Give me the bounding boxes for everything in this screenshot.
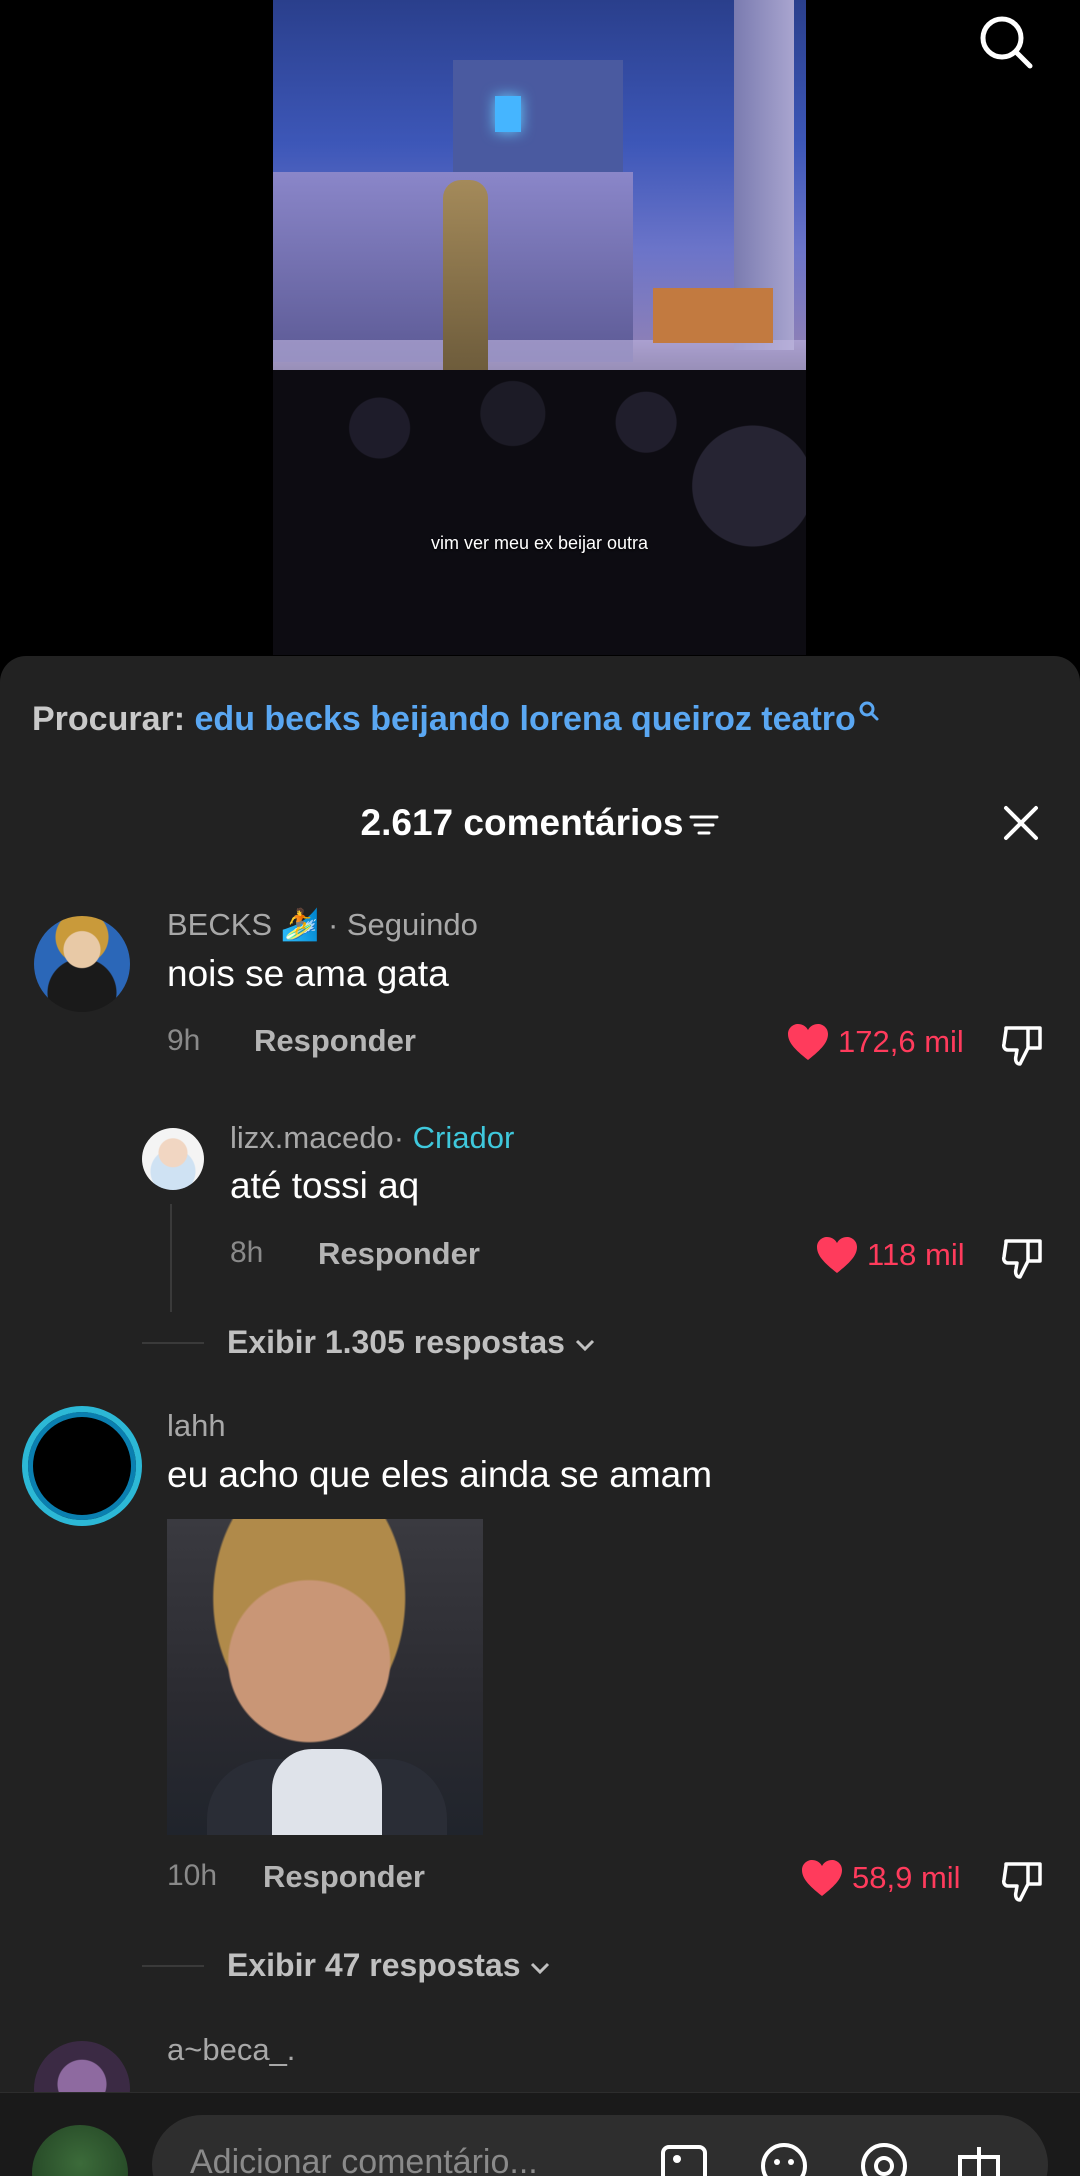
like-count: 172,6 mil	[838, 1024, 964, 1059]
comment-text: nois se ama gata	[167, 953, 449, 994]
comment-username[interactable]: a~beca_.	[167, 2032, 295, 2068]
my-avatar	[32, 2125, 128, 2176]
comment-time: 8h	[230, 1236, 264, 1269]
avatar[interactable]	[22, 1406, 142, 1526]
comment-text: eu acho que eles ainda se amam	[167, 1454, 713, 1495]
comments-sheet: Procurar: edu becks beijando lorena quei…	[0, 656, 1080, 2176]
comment-username[interactable]: BECKS 🏄 · Seguindo	[167, 906, 478, 943]
comment-gif[interactable]	[167, 1519, 483, 1835]
dislike-icon[interactable]	[1000, 1858, 1046, 1904]
like-button[interactable]: 118 mil	[815, 1235, 965, 1275]
search-prefix: Procurar:	[32, 700, 186, 738]
comment-input-bar: Adicionar comentário...	[0, 2092, 1080, 2176]
chevron-down-icon	[575, 1339, 594, 1352]
divider	[142, 1965, 204, 1967]
comments-count: 2.617 comentários	[0, 802, 1080, 844]
image-icon[interactable]	[657, 2139, 711, 2176]
search-query-link[interactable]: edu becks beijando lorena queiroz teatro	[195, 700, 856, 738]
related-search[interactable]: Procurar: edu becks beijando lorena quei…	[32, 700, 880, 739]
heart-icon	[788, 1024, 828, 1060]
like-count: 58,9 mil	[852, 1860, 961, 1895]
comment-input[interactable]: Adicionar comentário...	[152, 2115, 1048, 2176]
dislike-icon[interactable]	[1000, 1235, 1046, 1281]
reply-button[interactable]: Responder	[318, 1236, 480, 1272]
creator-badge: Criador	[412, 1120, 515, 1155]
view-replies-button[interactable]: Exibir 47 respostas	[227, 1947, 551, 1984]
comment-input-placeholder: Adicionar comentário...	[190, 2143, 538, 2176]
mention-icon[interactable]	[857, 2139, 911, 2176]
divider	[142, 1342, 204, 1344]
comment-username[interactable]: lizx.macedo· Criador	[230, 1120, 514, 1156]
comment-text: até tossi aq	[230, 1165, 420, 1206]
close-icon[interactable]	[998, 800, 1044, 846]
avatar[interactable]	[34, 916, 130, 1012]
reply-button[interactable]: Responder	[263, 1859, 425, 1895]
dislike-icon[interactable]	[1000, 1022, 1046, 1068]
comment-time: 10h	[167, 1859, 218, 1892]
video-frame	[273, 0, 806, 655]
search-mini-icon	[859, 701, 879, 721]
reply-button[interactable]: Responder	[254, 1023, 416, 1059]
gift-icon[interactable]	[952, 2139, 1006, 2176]
sort-icon[interactable]	[689, 812, 719, 838]
search-icon[interactable]	[976, 12, 1036, 72]
like-count: 118 mil	[867, 1237, 965, 1272]
emoji-icon[interactable]	[757, 2139, 811, 2176]
chevron-down-icon	[531, 1962, 550, 1975]
comment-username[interactable]: lahh	[167, 1408, 226, 1444]
like-button[interactable]: 172,6 mil	[786, 1022, 964, 1062]
view-replies-button[interactable]: Exibir 1.305 respostas	[227, 1324, 596, 1361]
thread-line	[170, 1204, 172, 1312]
avatar[interactable]	[142, 1128, 204, 1190]
heart-icon	[817, 1237, 857, 1273]
heart-icon	[802, 1860, 842, 1896]
video-player[interactable]: vim ver meu ex beijar outra	[0, 0, 1080, 660]
comment-time: 9h	[167, 1024, 201, 1057]
like-button[interactable]: 58,9 mil	[800, 1858, 961, 1898]
video-caption: vim ver meu ex beijar outra	[430, 533, 649, 553]
